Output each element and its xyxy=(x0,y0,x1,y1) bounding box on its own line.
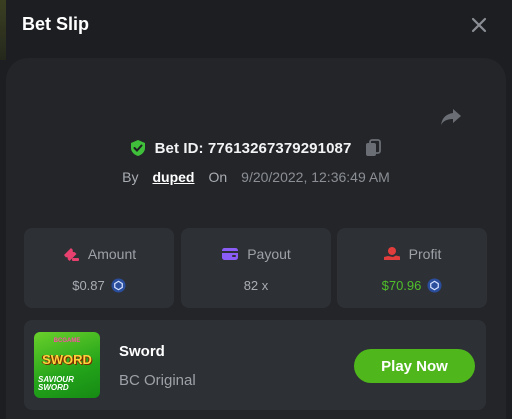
thumb-logo: SWORD xyxy=(42,352,92,367)
amount-label: Amount xyxy=(87,246,137,262)
coin-icon xyxy=(427,277,442,293)
profit-value: $70.96 xyxy=(381,277,422,293)
amount-header: Amount xyxy=(24,244,174,264)
copy-bet-id-button[interactable] xyxy=(363,138,383,158)
bet-meta-row: By duped On 9/20/2022, 12:36:49 AM xyxy=(0,167,512,187)
profit-label: Profit xyxy=(408,246,442,262)
share-icon xyxy=(441,109,461,125)
user-link[interactable]: duped xyxy=(152,169,194,185)
shield-check-icon xyxy=(130,140,145,156)
bet-id: Bet ID: 7761326737929108​7 xyxy=(154,139,352,157)
hand-coin-icon xyxy=(383,247,400,260)
modal-header: Bet Slip xyxy=(0,0,512,56)
payout-header: Payout xyxy=(181,244,331,264)
payout-label: Payout xyxy=(247,246,291,262)
payout-value: 82 x xyxy=(243,277,269,293)
amount-value: $0.87 xyxy=(72,277,105,293)
payout-value-row: 82 x xyxy=(181,276,331,294)
bet-id-row: Bet ID: 7761326737929108​7 xyxy=(0,137,512,159)
game-thumbnail[interactable]: BCGAME SWORD SAVIOUR SWORD xyxy=(34,332,100,398)
thumb-tag: BCGAME xyxy=(53,338,81,344)
wallet-icon xyxy=(222,248,239,260)
close-icon xyxy=(471,17,487,33)
profit-value-row: $70.96 xyxy=(337,276,487,294)
modal-title: Bet Slip xyxy=(22,14,90,34)
payout-card: Payout 82 x xyxy=(181,228,331,308)
bet-date: 9/20/2022, 12:36:49 AM xyxy=(241,169,390,185)
amount-card: Amount $0.87 xyxy=(24,228,174,308)
close-button[interactable] xyxy=(468,14,490,36)
play-now-button[interactable]: Play Now xyxy=(354,349,475,383)
share-button[interactable] xyxy=(436,104,466,130)
profit-header: Profit xyxy=(337,244,487,264)
thumb-caption: SAVIOUR SWORD xyxy=(38,375,74,392)
by-label: By xyxy=(122,169,139,185)
amount-value-row: $0.87 xyxy=(24,276,174,294)
game-card: BCGAME SWORD SAVIOUR SWORD Sword BC Orig… xyxy=(24,320,486,410)
on-label: On xyxy=(208,169,228,185)
profit-card: Profit $70.96 xyxy=(337,228,487,308)
game-subtitle: BC Original xyxy=(119,372,196,389)
copy-icon xyxy=(366,139,382,156)
game-name: Sword xyxy=(119,343,165,360)
coin-icon xyxy=(111,277,126,293)
ticket-icon xyxy=(63,248,79,261)
